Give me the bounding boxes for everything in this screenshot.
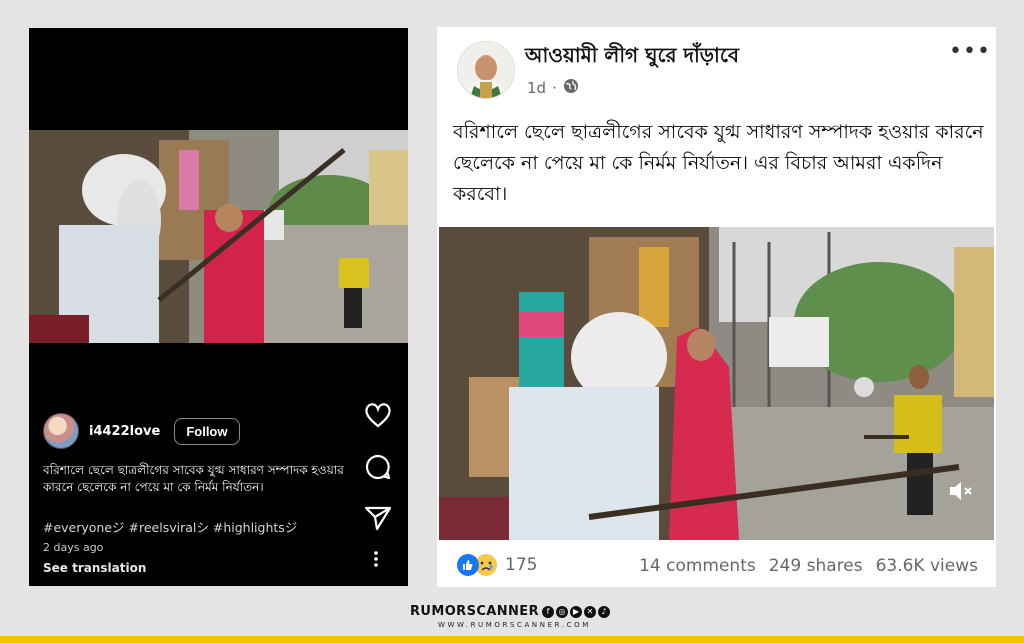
reaction-summary[interactable]: 175 xyxy=(457,554,537,576)
post-time[interactable]: 1d xyxy=(527,79,546,97)
reel-timestamp: 2 days ago xyxy=(43,541,104,554)
post-video[interactable] xyxy=(439,227,994,540)
facebook-post-panel: আওয়ামী লীগ ঘুরে দাঁড়াবে 1d · ••• বরিশা… xyxy=(437,27,996,587)
twitter-icon: ✕ xyxy=(583,605,596,618)
reel-hashtags[interactable]: #everyoneジ #reelsviralシ #highlightsジ xyxy=(43,517,297,536)
post-stats: 14 comments 249 shares 63.6K views xyxy=(639,556,978,576)
tiktok-icon: ♪ xyxy=(597,605,610,618)
footer-bar xyxy=(0,636,1024,643)
follow-button[interactable]: Follow xyxy=(174,417,240,445)
post-meta: 1d · xyxy=(527,78,579,98)
instagram-icon: ◎ xyxy=(555,605,568,618)
like-icon xyxy=(457,554,479,576)
globe-icon xyxy=(563,78,579,98)
comment-icon[interactable] xyxy=(364,453,392,485)
page-avatar[interactable] xyxy=(457,41,515,99)
heart-icon[interactable] xyxy=(364,402,392,432)
facebook-icon: f xyxy=(541,605,554,618)
author-avatar[interactable] xyxy=(43,413,79,449)
video-still xyxy=(439,227,994,540)
shares-count[interactable]: 249 shares xyxy=(769,556,863,576)
author-username[interactable]: i4422love xyxy=(89,424,160,439)
meta-separator: · xyxy=(552,79,557,97)
brand-logo: RUMORSCANNER f ◎ ▶ ✕ ♪ xyxy=(410,604,610,619)
video-still xyxy=(29,130,408,343)
share-icon[interactable] xyxy=(364,505,392,535)
reel-caption: বরিশালে ছেলে ছাত্রলীগের সাবেক যুগ্ম সাধা… xyxy=(43,463,344,494)
comments-count[interactable]: 14 comments xyxy=(639,556,756,576)
reel-video-frame[interactable] xyxy=(29,130,408,343)
instagram-reel-panel: i4422love Follow বরিশালে ছেলে ছাত্রলীগের… xyxy=(29,28,408,586)
mute-icon[interactable] xyxy=(947,479,973,507)
post-options-button[interactable]: ••• xyxy=(949,39,991,64)
reel-author-row: i4422love Follow xyxy=(43,413,240,449)
youtube-icon: ▶ xyxy=(569,605,582,618)
views-count: 63.6K views xyxy=(875,556,978,576)
see-translation-link[interactable]: See translation xyxy=(43,561,146,575)
post-text: বরিশালে ছেলে ছাত্রলীগের সাবেক যুগ্ম সাধা… xyxy=(453,121,984,205)
social-icons: f ◎ ▶ ✕ ♪ xyxy=(541,605,610,618)
brand-name: RUMORSCANNER xyxy=(410,604,539,619)
reaction-count: 175 xyxy=(505,555,538,575)
more-icon[interactable] xyxy=(373,550,379,572)
page-name[interactable]: আওয়ামী লীগ ঘুরে দাঁড়াবে xyxy=(525,41,739,74)
brand-url: WWW.RUMORSCANNER.COM xyxy=(438,621,591,629)
